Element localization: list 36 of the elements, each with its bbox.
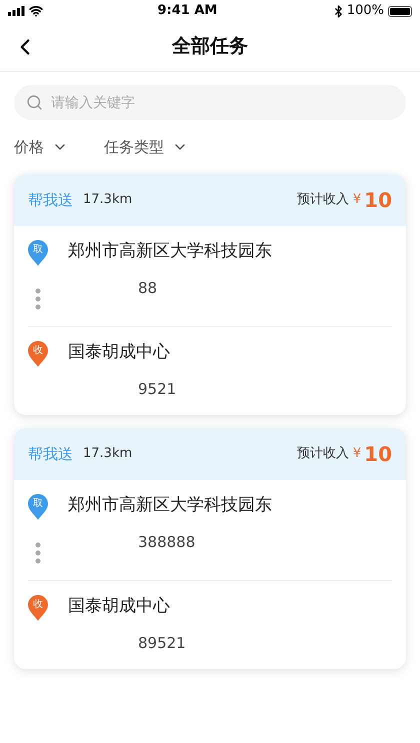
filter-dropdown[interactable]: 任务类型: [104, 136, 188, 158]
dots-icon: [35, 542, 41, 564]
address-text: 郑州市高新区大学科技园东: [68, 240, 272, 262]
task-card[interactable]: 帮我送 17.3km 预计收入 ¥10 取 郑州市高新区大学科技园东 388888 收 国泰胡成中心 89521: [14, 428, 406, 669]
battery-icon: [388, 6, 412, 16]
dots-icon: [35, 288, 41, 310]
status-time: 9:41 AM: [157, 2, 218, 20]
task-type: 帮我送: [28, 190, 73, 211]
currency-symbol: ¥: [352, 191, 362, 210]
task-type: 帮我送: [28, 444, 73, 465]
filter-dropdown[interactable]: 价格: [14, 136, 68, 158]
contact-text: 88: [137, 278, 158, 298]
task-card[interactable]: 帮我送 17.3km 预计收入 ¥10 取 郑州市高新区大学科技园东 88 收 国泰胡成中心 9521: [14, 174, 406, 415]
search-icon: [26, 94, 43, 111]
battery-percent: 100%: [346, 2, 384, 20]
map-pin-icon: 收: [28, 595, 48, 621]
map-pin-icon: 取: [28, 494, 48, 520]
signal-icon: [8, 6, 25, 16]
contact-text: 89521: [137, 633, 186, 653]
address-text: 国泰胡成中心: [68, 341, 171, 363]
income-label: 预计收入: [296, 445, 349, 464]
address-text: 郑州市高新区大学科技园东: [68, 494, 272, 516]
currency-symbol: ¥: [352, 445, 362, 464]
page-title: 全部任务: [172, 34, 248, 60]
map-pin-icon: 收: [28, 341, 48, 367]
wifi-icon: [29, 4, 43, 18]
contact-text: 388888: [137, 532, 196, 552]
distance-text: 17.3km: [83, 445, 132, 464]
search-field[interactable]: 请输入关键字: [14, 85, 406, 120]
income-amount: 10: [364, 441, 392, 468]
income-amount: 10: [364, 187, 392, 214]
income-label: 预计收入: [296, 191, 349, 210]
distance-text: 17.3km: [83, 191, 132, 210]
address-text: 国泰胡成中心: [68, 595, 171, 617]
contact-text: 9521: [137, 379, 176, 399]
map-pin-icon: 取: [28, 240, 48, 266]
